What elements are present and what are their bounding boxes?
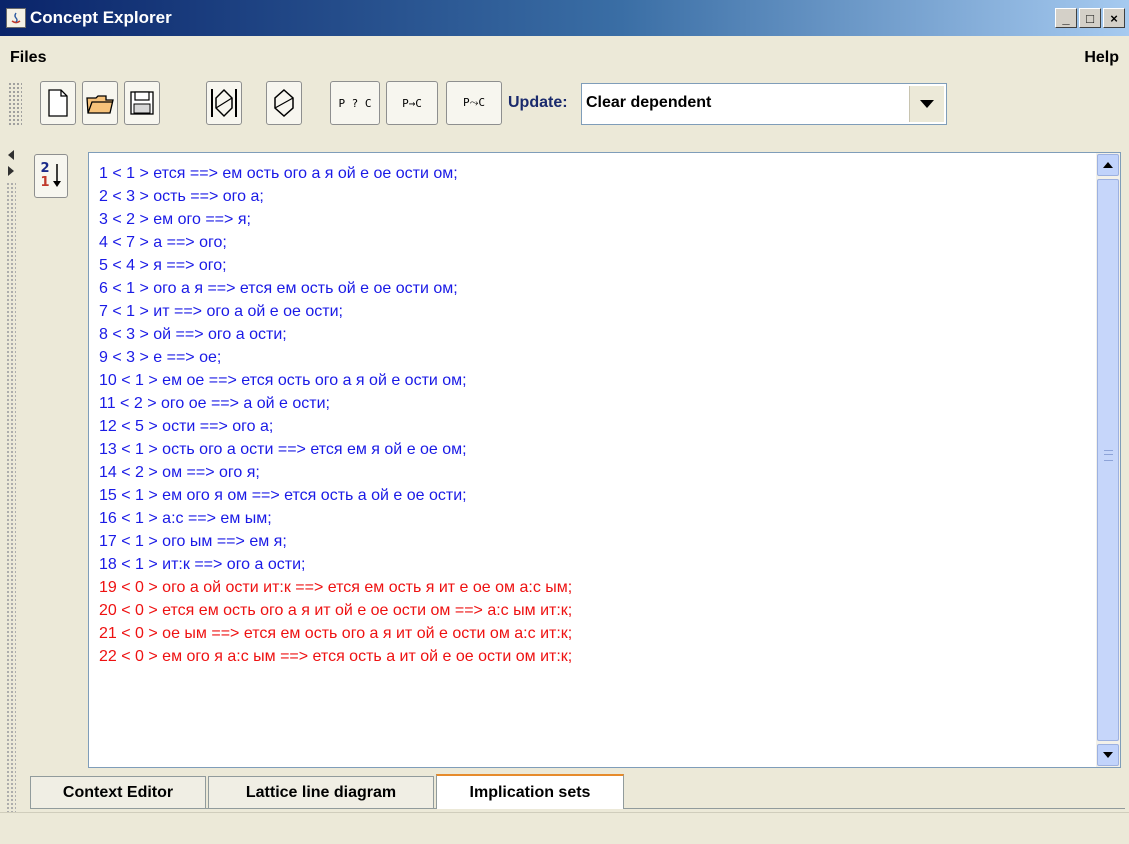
thumb-grip <box>1104 450 1113 461</box>
collapse-arrows-icon[interactable] <box>6 148 16 178</box>
p-derive-c-icon: P⤳C <box>462 96 486 109</box>
tab-label: Lattice line diagram <box>245 783 397 801</box>
implication-row[interactable]: 18 < 1 > ит:к ==> ого а ости; <box>99 553 1086 576</box>
scroll-down-button[interactable] <box>1097 744 1119 766</box>
implication-row[interactable]: 13 < 1 > ость ого а ости ==> ется ем я о… <box>99 438 1086 461</box>
implication-row[interactable]: 20 < 0 > ется ем ость ого а я ит ой е ое… <box>99 599 1086 622</box>
implication-row[interactable]: 4 < 7 > а ==> ого; <box>99 231 1086 254</box>
update-dropdown[interactable]: Clear dependent <box>581 83 947 125</box>
close-button[interactable]: × <box>1103 8 1125 28</box>
title-bar: Concept Explorer _ □ × <box>0 0 1129 36</box>
tab-lattice-line-diagram[interactable]: Lattice line diagram <box>208 776 434 808</box>
p-query-c-icon: P ? C <box>338 96 372 110</box>
implication-row[interactable]: 9 < 3 > е ==> ое; <box>99 346 1086 369</box>
svg-text:1: 1 <box>40 175 49 190</box>
scroll-thumb[interactable] <box>1097 179 1119 741</box>
scroll-up-button[interactable] <box>1097 154 1119 176</box>
implication-row[interactable]: 17 < 1 > ого ым ==> ем я; <box>99 530 1086 553</box>
chevron-down-icon <box>920 100 934 108</box>
sort-descending-icon: 2 1 <box>40 161 61 190</box>
arrow-down-icon <box>1103 752 1113 758</box>
window-title: Concept Explorer <box>30 8 172 27</box>
implication-row[interactable]: 22 < 0 > ем ого я а:с ым ==> ется ость а… <box>99 645 1086 668</box>
divider-grip <box>6 182 16 812</box>
status-bar <box>0 812 1129 844</box>
new-file-button[interactable] <box>40 81 76 125</box>
implication-row[interactable]: 12 < 5 > ости ==> ого а; <box>99 415 1086 438</box>
update-label: Update: <box>508 94 568 111</box>
minimize-button[interactable]: _ <box>1055 8 1077 28</box>
p-implies-c-button[interactable]: P→C <box>386 81 438 125</box>
split-pane-divider[interactable] <box>4 146 18 816</box>
arrow-up-icon <box>1103 162 1113 168</box>
menu-help[interactable]: Help <box>1084 49 1119 67</box>
menu-bar: Files Help <box>0 40 1129 76</box>
implication-row[interactable]: 11 < 2 > ого ое ==> а ой е ости; <box>99 392 1086 415</box>
folder-icon <box>86 95 114 114</box>
implication-row[interactable]: 15 < 1 > ем ого я ом ==> ется ость а ой … <box>99 484 1086 507</box>
implication-row[interactable]: 2 < 3 > ость ==> ого а; <box>99 185 1086 208</box>
lattice-full-icon <box>211 88 237 118</box>
lattice-full-button[interactable] <box>206 81 242 125</box>
implication-row[interactable]: 21 < 0 > ое ым ==> ется ем ость ого а я … <box>99 622 1086 645</box>
menu-files[interactable]: Files <box>10 49 46 67</box>
implication-row[interactable]: 3 < 2 > ем ого ==> я; <box>99 208 1086 231</box>
vertical-scrollbar[interactable] <box>1096 153 1120 767</box>
implication-row[interactable]: 16 < 1 > а:с ==> ем ым; <box>99 507 1086 530</box>
implication-row[interactable]: 1 < 1 > ется ==> ем ость ого а я ой е ое… <box>99 162 1086 185</box>
open-button[interactable] <box>82 81 118 125</box>
implication-row[interactable]: 7 < 1 > ит ==> ого а ой е ое ости; <box>99 300 1086 323</box>
p-implies-c-icon: P→C <box>402 96 422 110</box>
tab-implication-sets[interactable]: Implication sets <box>436 774 624 809</box>
toolbar-grip[interactable] <box>8 82 22 126</box>
save-button[interactable] <box>124 81 160 125</box>
tab-bar: Context Editor Lattice line diagram Impl… <box>30 774 1125 809</box>
svg-text:2: 2 <box>40 161 49 176</box>
tab-label: Implication sets <box>469 783 591 801</box>
implication-row[interactable]: 8 < 3 > ой ==> ого а ости; <box>99 323 1086 346</box>
implication-row[interactable]: 5 < 4 > я ==> ого; <box>99 254 1086 277</box>
new-file-icon <box>48 89 68 117</box>
implication-row[interactable]: 19 < 0 > ого а ой ости ит:к ==> ется ем … <box>99 576 1086 599</box>
tab-context-editor[interactable]: Context Editor <box>30 776 206 808</box>
dropdown-arrow-button[interactable] <box>909 86 944 122</box>
close-icon: × <box>1110 10 1118 26</box>
implication-row[interactable]: 14 < 2 > ом ==> ого я; <box>99 461 1086 484</box>
minimize-icon: _ <box>1062 10 1070 26</box>
lattice-button[interactable] <box>266 81 302 125</box>
lattice-icon <box>274 88 294 118</box>
p-query-c-button[interactable]: P ? C <box>330 81 380 125</box>
sort-button[interactable]: 2 1 <box>34 154 68 198</box>
p-derive-c-button[interactable]: P⤳C <box>446 81 502 125</box>
implications-list[interactable]: 1 < 1 > ется ==> ем ость ого а я ой е ое… <box>88 152 1121 768</box>
implication-row[interactable]: 6 < 1 > ого а я ==> ется ем ость ой е ое… <box>99 277 1086 300</box>
implication-row[interactable]: 10 < 1 > ем ое ==> ется ость ого а я ой … <box>99 369 1086 392</box>
maximize-button[interactable]: □ <box>1079 8 1101 28</box>
tab-label: Context Editor <box>62 783 174 801</box>
floppy-disk-icon <box>130 91 154 115</box>
implications-lines: 1 < 1 > ется ==> ем ость ого а я ой е ое… <box>99 162 1086 668</box>
toolbar: P ? C P→C P⤳C Update: Clear dependent <box>0 78 1129 130</box>
maximize-icon: □ <box>1086 10 1094 26</box>
java-icon <box>6 8 26 28</box>
update-dropdown-value: Clear dependent <box>586 94 712 111</box>
